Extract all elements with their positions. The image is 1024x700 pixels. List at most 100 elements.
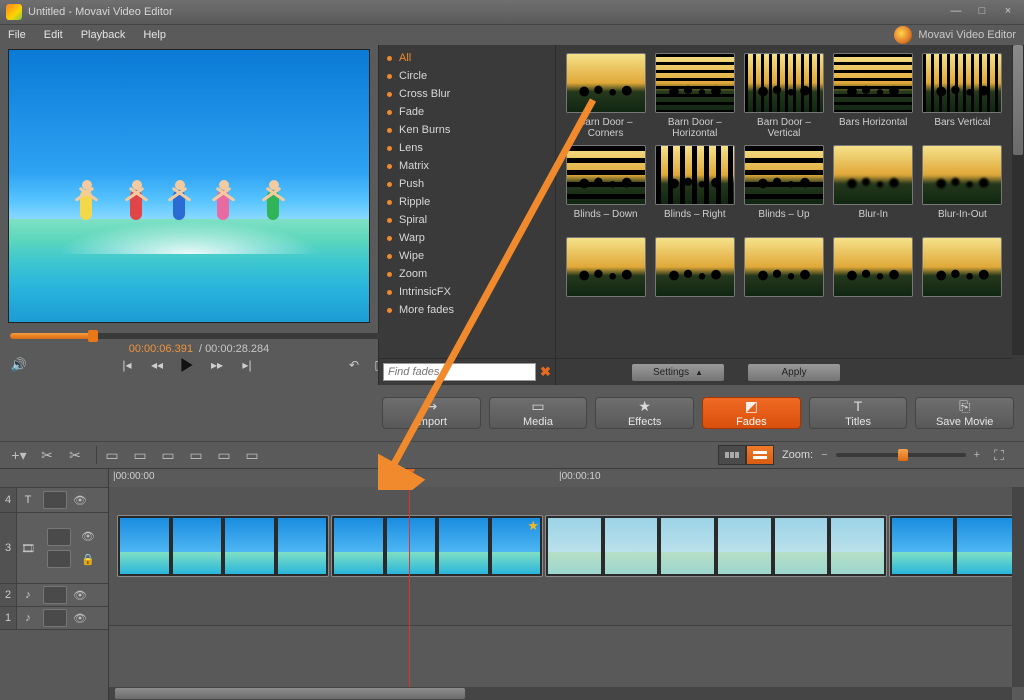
track4-thumb[interactable]: [43, 491, 67, 509]
track-3[interactable]: Freedom.png (0:00:05)★Friends.jpg (0:00:…: [109, 511, 1024, 582]
fade-category-matrix[interactable]: Matrix: [379, 157, 555, 175]
window-title: Untitled - Movavi Video Editor: [28, 6, 173, 18]
brand-logo-icon: [894, 26, 912, 44]
track-2[interactable]: [109, 581, 1024, 604]
fade-thumb-blinds-down[interactable]: [566, 145, 646, 205]
tab-titles[interactable]: TTitles: [809, 397, 908, 429]
menu-edit[interactable]: Edit: [44, 29, 63, 41]
track3-visibility[interactable]: 👁: [79, 530, 97, 543]
track3-lock[interactable]: 🔒: [79, 553, 97, 566]
tool-f[interactable]: ▭: [241, 445, 263, 465]
clip-friends-jpg[interactable]: ★Friends.jpg (0:00:05): [331, 515, 543, 577]
apply-button[interactable]: Apply: [748, 364, 840, 381]
fade-thumb-barn-door-vertical[interactable]: [744, 53, 824, 113]
playback-progress[interactable]: [10, 333, 388, 339]
track-1[interactable]: [109, 603, 1024, 626]
tab-media[interactable]: ▭Media: [489, 397, 588, 429]
track1-mute[interactable]: 👁: [71, 612, 89, 625]
fade-category-warp[interactable]: Warp: [379, 229, 555, 247]
fade-thumb-barn-door-corners[interactable]: [566, 53, 646, 113]
track3-thumb-a[interactable]: [47, 528, 71, 546]
tab-fades[interactable]: ◩Fades: [702, 397, 801, 429]
fade-thumb-blur-in-out[interactable]: [922, 145, 1002, 205]
timeline-h-scrollbar[interactable]: [109, 687, 1012, 700]
fade-thumb-bars-vertical[interactable]: [922, 53, 1002, 113]
track1-thumb[interactable]: [43, 609, 67, 627]
timeline-v-scrollbar[interactable]: [1012, 487, 1024, 687]
fade-thumb-label: Blinds – Up: [758, 209, 809, 231]
fade-category-spiral[interactable]: Spiral: [379, 211, 555, 229]
fade-category-push[interactable]: Push: [379, 175, 555, 193]
track3-thumb-b[interactable]: [47, 550, 71, 568]
tab-save-movie[interactable]: ⎘Save Movie: [915, 397, 1014, 429]
rewind-button[interactable]: ◂◂: [149, 357, 165, 373]
view-storyboard-button[interactable]: [718, 445, 746, 465]
fade-category-fade[interactable]: Fade: [379, 103, 555, 121]
minimize-button[interactable]: —: [946, 5, 966, 19]
view-timeline-button[interactable]: [746, 445, 774, 465]
fade-thumb-item-12[interactable]: [744, 237, 824, 297]
fade-category-lens[interactable]: Lens: [379, 139, 555, 157]
track2-mute[interactable]: 👁: [71, 589, 89, 602]
fade-category-wipe[interactable]: Wipe: [379, 247, 555, 265]
cut-ripple-button[interactable]: ✂: [64, 445, 86, 465]
fade-category-ken-burns[interactable]: Ken Burns: [379, 121, 555, 139]
forward-button[interactable]: ▸▸: [209, 357, 225, 373]
preview-player[interactable]: [8, 49, 370, 323]
find-fades-input[interactable]: [383, 363, 536, 381]
app-icon: [6, 4, 22, 20]
fade-thumb-item-11[interactable]: [655, 237, 735, 297]
fade-thumb-blur-in[interactable]: [833, 145, 913, 205]
fade-category-circle[interactable]: Circle: [379, 67, 555, 85]
fade-category-intrinsicfx[interactable]: IntrinsicFX: [379, 283, 555, 301]
track4-visibility[interactable]: 👁: [71, 494, 89, 507]
clip-summer-mp4[interactable]: Summer.mp4 (0:00:08): [545, 515, 887, 577]
tab-effects[interactable]: ★Effects: [595, 397, 694, 429]
prev-clip-button[interactable]: |◂: [119, 357, 135, 373]
fade-thumb-label: Blinds – Right: [664, 209, 726, 231]
track2-thumb[interactable]: [43, 586, 67, 604]
fade-thumb-item-14[interactable]: [922, 237, 1002, 297]
menu-file[interactable]: File: [8, 29, 26, 41]
next-clip-button[interactable]: ▸|: [239, 357, 255, 373]
clip-swi[interactable]: Swi: [889, 515, 1021, 577]
fade-category-cross-blur[interactable]: Cross Blur: [379, 85, 555, 103]
main-tab-bar: ↪Import▭Media★Effects◩FadesTTitles⎘Save …: [378, 391, 1024, 435]
preview-image: [9, 50, 369, 322]
fade-thumb-bars-horizontal[interactable]: [833, 53, 913, 113]
menu-help[interactable]: Help: [143, 29, 166, 41]
fade-thumb-item-10[interactable]: [566, 237, 646, 297]
fade-thumb-blinds-up[interactable]: [744, 145, 824, 205]
tool-e[interactable]: ▭: [213, 445, 235, 465]
tool-d[interactable]: ▭: [185, 445, 207, 465]
timeline-ruler[interactable]: |00:00:00|00:00:10: [109, 469, 1024, 488]
tool-a[interactable]: ▭: [101, 445, 123, 465]
fade-category-ripple[interactable]: Ripple: [379, 193, 555, 211]
close-button[interactable]: ×: [998, 5, 1018, 19]
clip-freedom-png[interactable]: Freedom.png (0:00:05): [117, 515, 329, 577]
tool-c[interactable]: ▭: [157, 445, 179, 465]
fade-thumb-blinds-right[interactable]: [655, 145, 735, 205]
tab-import[interactable]: ↪Import: [382, 397, 481, 429]
cut-button[interactable]: ✂: [36, 445, 58, 465]
fade-thumb-barn-door-horizontal[interactable]: [655, 53, 735, 113]
tool-b[interactable]: ▭: [129, 445, 151, 465]
time-total: / 00:00:28.284: [199, 343, 269, 355]
add-track-button[interactable]: +▾: [8, 445, 30, 465]
fade-category-more-fades[interactable]: More fades: [379, 301, 555, 319]
settings-button[interactable]: Settings▲: [632, 364, 724, 381]
undo-button[interactable]: ↶: [346, 357, 362, 373]
fade-thumb-item-13[interactable]: [833, 237, 913, 297]
grid-scrollbar[interactable]: [1012, 45, 1024, 355]
track-4[interactable]: [109, 487, 1024, 512]
fit-button[interactable]: ⛶: [988, 445, 1010, 465]
play-button[interactable]: [179, 357, 195, 373]
zoom-slider[interactable]: [836, 453, 966, 457]
clear-search-button[interactable]: ✖: [540, 363, 551, 381]
star-icon: ★: [527, 518, 539, 534]
fade-category-all[interactable]: All: [379, 49, 555, 67]
volume-icon[interactable]: 🔊: [10, 357, 28, 373]
fade-category-zoom[interactable]: Zoom: [379, 265, 555, 283]
menu-playback[interactable]: Playback: [81, 29, 126, 41]
maximize-button[interactable]: □: [972, 5, 992, 19]
